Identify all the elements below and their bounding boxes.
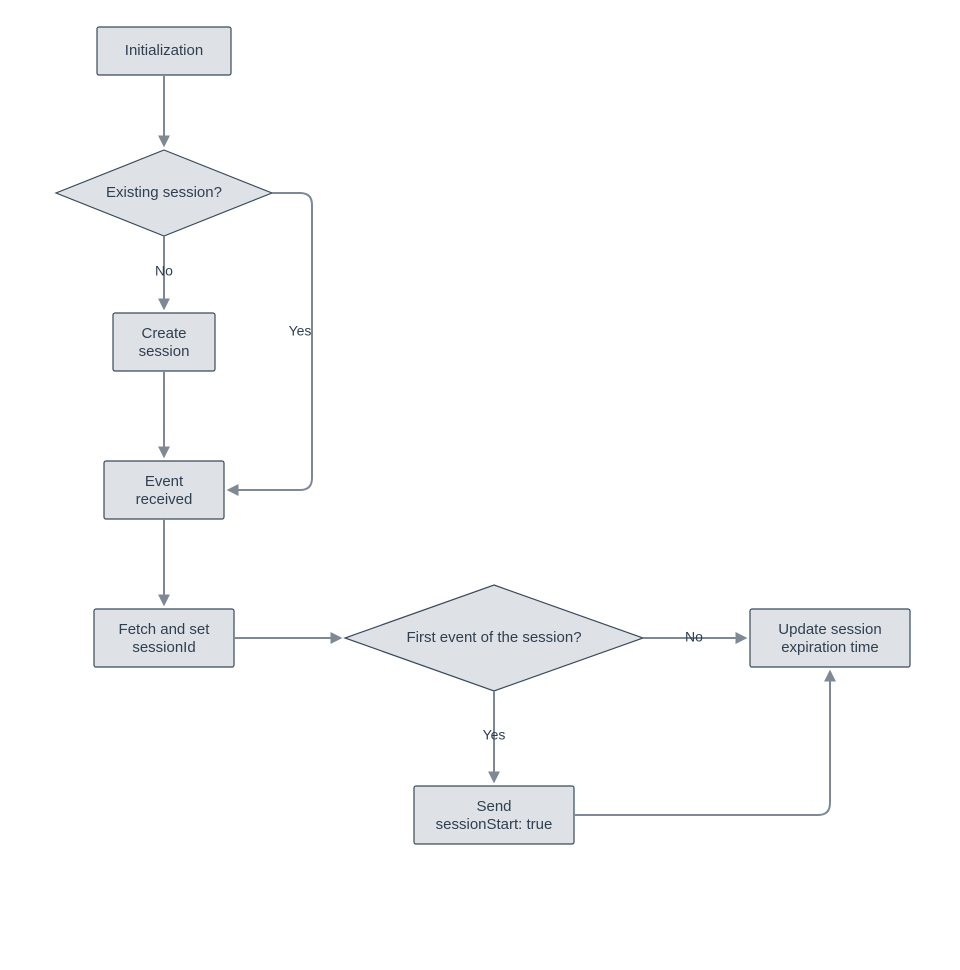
node-existing-session-label: Existing session? [106,184,222,201]
node-send-sessionstart: Send sessionStart: true [414,786,574,844]
node-update-expiration: Update session expiration time [750,609,910,667]
node-send-sessionstart-label-1: Send [476,798,511,815]
node-fetch-sessionid: Fetch and set sessionId [94,609,234,667]
node-create-session-label-2: session [139,343,190,360]
node-fetch-sessionid-label-1: Fetch and set [119,621,211,638]
edge-first-yes-label: Yes [483,727,506,743]
edge-first-no-label: No [685,629,703,645]
node-event-received-label-2: received [136,491,193,508]
node-event-received: Event received [104,461,224,519]
edge-existing-yes-label: Yes [289,323,312,339]
node-first-event-label: First event of the session? [406,629,581,646]
edge-send-to-update [574,672,830,815]
node-initialization-label: Initialization [125,42,203,59]
edge-existing-no-label: No [155,263,173,279]
node-initialization: Initialization [97,27,231,75]
node-create-session-label-1: Create [141,325,186,342]
node-fetch-sessionid-label-2: sessionId [132,639,195,656]
node-create-session: Create session [113,313,215,371]
node-existing-session: Existing session? [56,150,272,236]
node-event-received-label-1: Event [145,473,184,490]
node-send-sessionstart-label-2: sessionStart: true [436,816,553,833]
edge-existing-yes [229,193,312,490]
node-update-expiration-label-1: Update session [778,621,881,638]
node-update-expiration-label-2: expiration time [781,639,879,656]
node-first-event: First event of the session? [345,585,643,691]
